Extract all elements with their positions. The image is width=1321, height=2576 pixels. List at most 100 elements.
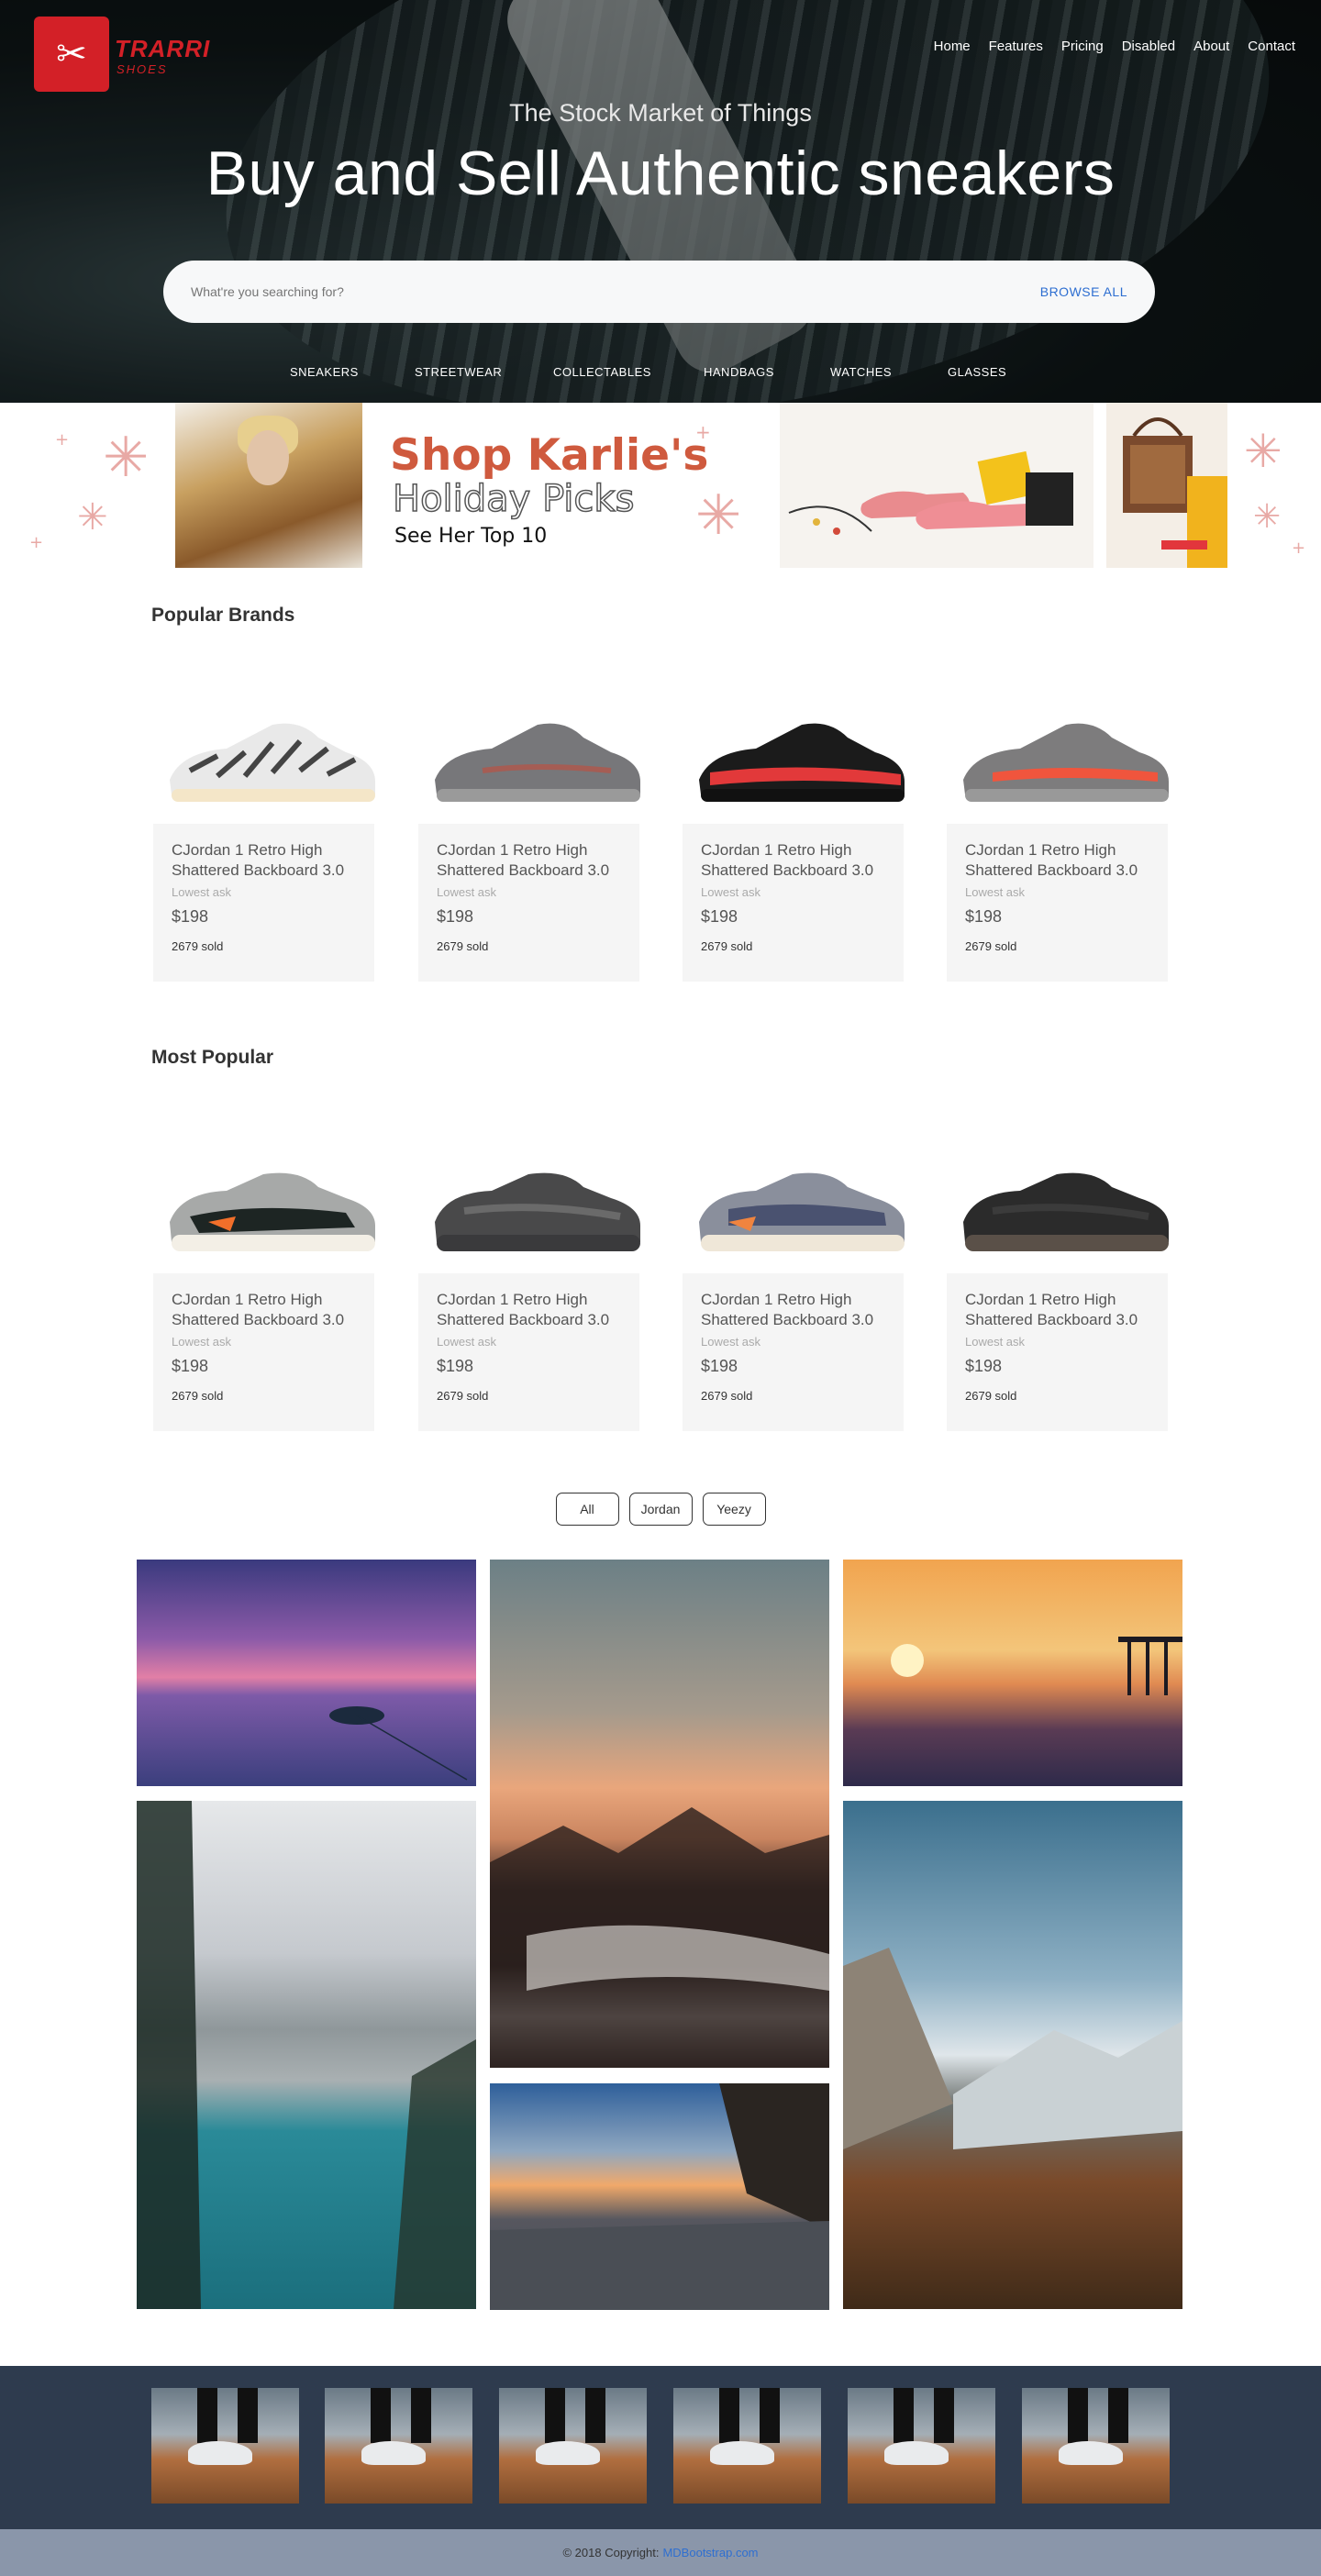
product-lowest-ask-label: Lowest ask xyxy=(437,1335,497,1349)
copyright-text: © 2018 Copyright: xyxy=(562,2546,660,2559)
gallery-photo-rocky-shore[interactable] xyxy=(490,2083,829,2310)
snowflake-icon: ✳ xyxy=(103,426,150,490)
product-sold-count: 2679 sold xyxy=(701,939,753,953)
gallery-photo-boat-lake[interactable] xyxy=(137,1560,476,1786)
footer-sneaker-photo[interactable] xyxy=(673,2388,821,2504)
gallery-filter-bar: All Jordan Yeezy xyxy=(0,1493,1321,1526)
product-lowest-ask-label: Lowest ask xyxy=(172,885,232,899)
copyright-bar: © 2018 Copyright: MDBootstrap.com xyxy=(0,2529,1321,2576)
product-name: CJordan 1 Retro High Shattered Backboard… xyxy=(437,841,610,879)
product-lowest-ask-label: Lowest ask xyxy=(172,1335,232,1349)
copyright-link[interactable]: MDBootstrap.com xyxy=(662,2546,758,2559)
product-card[interactable]: CJordan 1 Retro High Shattered Backboard… xyxy=(418,1117,640,1431)
snowflake-icon: ✳ xyxy=(1253,498,1282,536)
product-price: $198 xyxy=(437,1357,474,1375)
logo-subtext: SHOES xyxy=(117,62,168,76)
product-image xyxy=(683,1117,905,1273)
product-price: $198 xyxy=(172,1357,209,1375)
product-card[interactable]: CJordan 1 Retro High Shattered Backboard… xyxy=(947,1117,1169,1431)
sparkle-icon: + xyxy=(29,533,44,552)
search-bar: BROWSE ALL xyxy=(163,261,1155,323)
footer-sneaker-photo[interactable] xyxy=(848,2388,995,2504)
product-sold-count: 2679 sold xyxy=(701,1389,753,1403)
snowflake-icon: ✳ xyxy=(1244,425,1282,478)
most-popular-heading: Most Popular xyxy=(151,1047,274,1068)
product-card[interactable]: CJordan 1 Retro High Shattered Backboard… xyxy=(418,668,640,982)
product-lowest-ask-label: Lowest ask xyxy=(701,885,761,899)
promo-shoes-photo xyxy=(780,403,1093,568)
product-price: $198 xyxy=(701,1357,738,1375)
category-collectables[interactable]: COLLECTABLES xyxy=(553,365,651,379)
nav-home[interactable]: Home xyxy=(934,39,971,54)
nav-about[interactable]: About xyxy=(1193,39,1229,54)
product-image xyxy=(153,1117,375,1273)
hero-subtitle: The Stock Market of Things xyxy=(509,99,812,127)
product-card[interactable]: CJordan 1 Retro High Shattered Backboard… xyxy=(683,1117,905,1431)
category-handbags[interactable]: HANDBAGS xyxy=(704,365,774,379)
nav-pricing[interactable]: Pricing xyxy=(1061,39,1104,54)
promo-subheadline: Holiday Picks xyxy=(392,477,635,521)
product-card[interactable]: CJordan 1 Retro High Shattered Backboard… xyxy=(153,668,375,982)
snowflake-icon: ✳ xyxy=(77,496,108,539)
product-image xyxy=(947,1117,1169,1273)
product-image xyxy=(947,668,1169,824)
main-nav: Home Features Pricing Disabled About Con… xyxy=(934,39,1295,54)
product-card[interactable]: CJordan 1 Retro High Shattered Backboard… xyxy=(153,1117,375,1431)
product-lowest-ask-label: Lowest ask xyxy=(965,1335,1026,1349)
footer xyxy=(0,2366,1321,2529)
snowflake-icon: ✳ xyxy=(695,483,742,548)
brand-logo[interactable]: ✂ TRARRI SHOES xyxy=(34,17,213,92)
gallery-photo-beach-pier[interactable] xyxy=(843,1560,1182,1786)
footer-sneaker-photo[interactable] xyxy=(1022,2388,1170,2504)
filter-all-button[interactable]: All xyxy=(555,1493,619,1526)
product-sold-count: 2679 sold xyxy=(172,1389,224,1403)
promo-cta: See Her Top 10 xyxy=(394,525,548,548)
filter-jordan-button[interactable]: Jordan xyxy=(628,1493,693,1526)
product-sold-count: 2679 sold xyxy=(965,1389,1017,1403)
gallery-photo-snowy-lake[interactable] xyxy=(137,1801,476,2309)
promo-headline: Shop Karlie's xyxy=(390,430,709,481)
product-name: CJordan 1 Retro High Shattered Backboard… xyxy=(437,1291,610,1328)
gallery-photo-valley-forest[interactable] xyxy=(843,1801,1182,2309)
product-card[interactable]: CJordan 1 Retro High Shattered Backboard… xyxy=(683,668,905,982)
popular-brands-heading: Popular Brands xyxy=(151,605,295,626)
nav-disabled[interactable]: Disabled xyxy=(1122,39,1175,54)
product-sold-count: 2679 sold xyxy=(437,939,489,953)
product-sold-count: 2679 sold xyxy=(437,1389,489,1403)
product-name: CJordan 1 Retro High Shattered Backboard… xyxy=(965,1291,1138,1328)
nav-contact[interactable]: Contact xyxy=(1248,39,1295,54)
product-lowest-ask-label: Lowest ask xyxy=(701,1335,761,1349)
category-watches[interactable]: WATCHES xyxy=(830,365,892,379)
product-name: CJordan 1 Retro High Shattered Backboard… xyxy=(965,841,1138,879)
product-sold-count: 2679 sold xyxy=(172,939,224,953)
category-glasses[interactable]: GLASSES xyxy=(948,365,1006,379)
product-name: CJordan 1 Retro High Shattered Backboard… xyxy=(701,841,874,879)
browse-all-button[interactable]: BROWSE ALL xyxy=(1040,284,1127,299)
footer-sneaker-photo[interactable] xyxy=(325,2388,472,2504)
product-price: $198 xyxy=(172,907,209,926)
product-image xyxy=(418,668,640,824)
category-streetwear[interactable]: STREETWEAR xyxy=(415,365,502,379)
gallery-photo-mountain-sunset[interactable] xyxy=(490,1560,829,2068)
product-price: $198 xyxy=(701,907,738,926)
product-card[interactable]: CJordan 1 Retro High Shattered Backboard… xyxy=(947,668,1169,982)
product-image xyxy=(418,1117,640,1273)
category-sneakers[interactable]: SNEAKERS xyxy=(290,365,359,379)
logo-icon: ✂ xyxy=(34,17,109,92)
product-price: $198 xyxy=(965,907,1003,926)
footer-sneaker-photo[interactable] xyxy=(151,2388,299,2504)
hero-title: Buy and Sell Authentic sneakers xyxy=(205,139,1116,208)
product-price: $198 xyxy=(437,907,474,926)
holiday-promo-banner[interactable]: ✳ ✳ + + ✳ ✳ + ✳ + Shop Karlie's Holiday … xyxy=(0,403,1321,572)
filter-yeezy-button[interactable]: Yeezy xyxy=(702,1493,766,1526)
sparkle-icon: + xyxy=(55,430,70,450)
nav-features[interactable]: Features xyxy=(989,39,1043,54)
product-name: CJordan 1 Retro High Shattered Backboard… xyxy=(172,841,345,879)
logo-text: TRARRI xyxy=(115,35,211,62)
search-input[interactable] xyxy=(191,284,1040,299)
promo-bag-photo xyxy=(1106,403,1227,568)
product-name: CJordan 1 Retro High Shattered Backboard… xyxy=(701,1291,874,1328)
product-lowest-ask-label: Lowest ask xyxy=(965,885,1026,899)
sparkle-icon: + xyxy=(1292,539,1306,558)
footer-sneaker-photo[interactable] xyxy=(499,2388,647,2504)
